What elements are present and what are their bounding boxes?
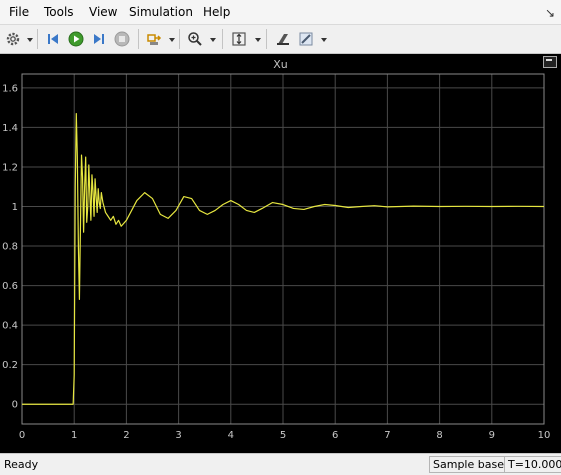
- scope-display[interactable]: 0 1 2 3 4 5 6 7 8 9 10 0 0.2 0.4 0.6 0.8 1 1.2 1.4 1.6 Xu: [0, 54, 561, 453]
- pin-icon[interactable]: ↘: [545, 6, 555, 20]
- settings-dropdown-icon[interactable]: [27, 38, 33, 42]
- stop-icon[interactable]: [113, 30, 131, 48]
- x-tick-label: 3: [175, 430, 181, 441]
- y-tick-label: 1.2: [2, 162, 18, 173]
- zoom-icon[interactable]: [186, 30, 204, 48]
- toolbar: [0, 25, 561, 54]
- status-time: T=10.000: [504, 456, 561, 473]
- scope-plot[interactable]: 0 1 2 3 4 5 6 7 8 9 10 0 0.2 0.4 0.6 0.8 1 1.2 1.4 1.6: [0, 54, 561, 453]
- settings-icon[interactable]: [4, 30, 22, 48]
- y-tick-label: 0: [12, 400, 18, 411]
- triggers-icon[interactable]: [297, 30, 315, 48]
- toolbar-separator: [138, 29, 139, 49]
- y-tick-label: 0.8: [2, 242, 18, 253]
- triggers-dropdown-icon[interactable]: [321, 38, 327, 42]
- x-tick-label: 7: [384, 430, 390, 441]
- y-tick-label: 0.2: [2, 360, 18, 371]
- menu-simulation[interactable]: Simulation: [129, 5, 193, 19]
- toolbar-separator: [222, 29, 223, 49]
- y-tick-label: 1: [12, 202, 18, 213]
- x-tick-label: 2: [123, 430, 129, 441]
- restore-layout-icon[interactable]: [543, 56, 557, 68]
- highlight-icon[interactable]: [145, 30, 163, 48]
- y-tick-label: 0.6: [2, 281, 18, 292]
- menu-view[interactable]: View: [89, 5, 117, 19]
- x-tick-label: 8: [436, 430, 442, 441]
- scope-title: Xu: [273, 58, 288, 71]
- status-mode: Sample based: [429, 456, 515, 473]
- cursor-measure-icon[interactable]: [274, 30, 292, 48]
- menu-tools[interactable]: Tools: [44, 5, 74, 19]
- step-back-icon[interactable]: [44, 30, 62, 48]
- highlight-dropdown-icon[interactable]: [169, 38, 175, 42]
- toolbar-separator: [37, 29, 38, 49]
- zoom-dropdown-icon[interactable]: [210, 38, 216, 42]
- run-icon[interactable]: [67, 30, 85, 48]
- x-tick-label: 0: [19, 430, 25, 441]
- y-tick-label: 0.4: [2, 321, 18, 332]
- x-tick-label: 6: [332, 430, 338, 441]
- status-ready: Ready: [4, 458, 39, 471]
- x-tick-label: 9: [489, 430, 495, 441]
- scale-axes-icon[interactable]: [230, 30, 248, 48]
- y-tick-label: 1.4: [2, 123, 18, 134]
- x-tick-label: 1: [71, 430, 77, 441]
- menu-help[interactable]: Help: [203, 5, 230, 19]
- toolbar-separator: [266, 29, 267, 49]
- y-tick-label: 1.6: [2, 83, 18, 94]
- step-forward-icon[interactable]: [90, 30, 108, 48]
- menu-bar: File Tools View Simulation Help ↘: [0, 0, 561, 25]
- menu-file[interactable]: File: [9, 5, 29, 19]
- x-tick-label: 10: [538, 430, 551, 441]
- x-tick-label: 4: [228, 430, 234, 441]
- toolbar-separator: [179, 29, 180, 49]
- scale-axes-dropdown-icon[interactable]: [255, 38, 261, 42]
- x-tick-label: 5: [280, 430, 286, 441]
- status-bar: Ready Sample based T=10.000: [0, 453, 561, 475]
